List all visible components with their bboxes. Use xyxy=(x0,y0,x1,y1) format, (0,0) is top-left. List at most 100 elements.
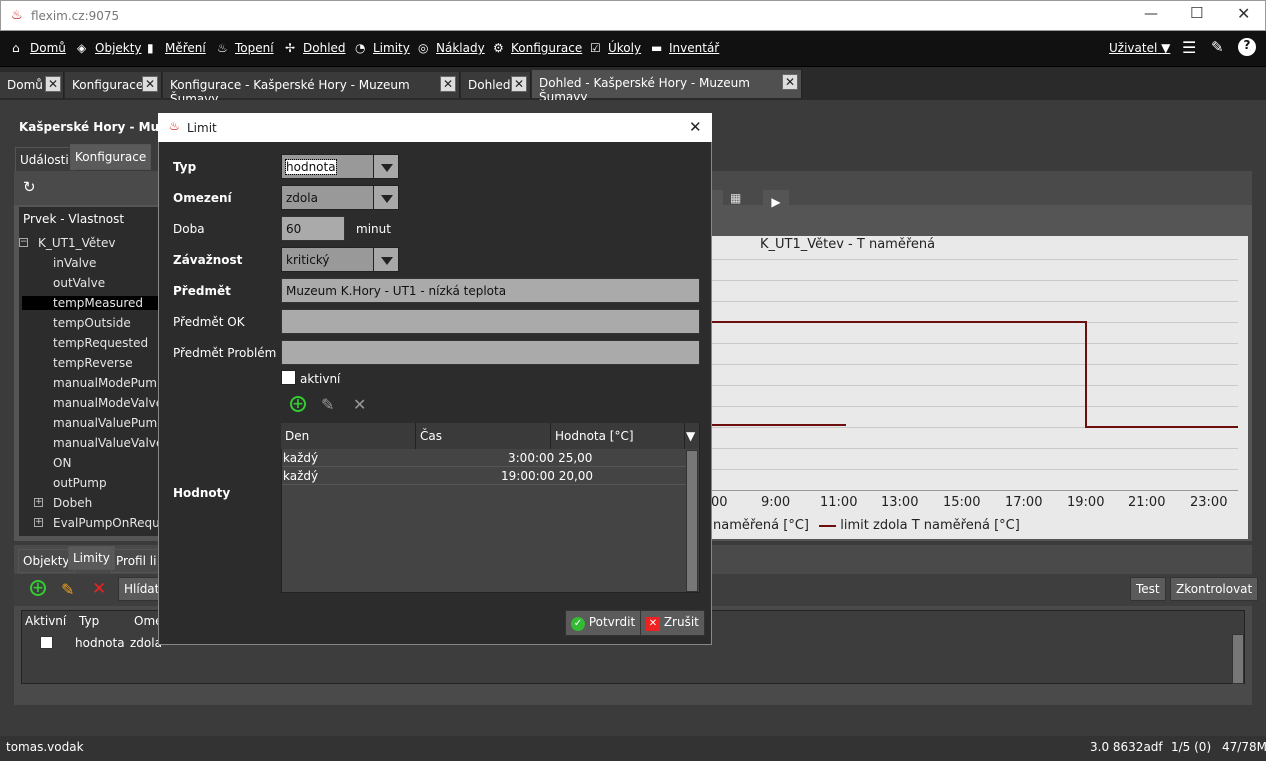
tree-node-root[interactable]: K_UT1_Větev xyxy=(38,236,115,250)
subtab-konfigurace[interactable]: Konfigurace xyxy=(70,144,152,170)
tree-node[interactable]: Dobeh xyxy=(53,496,92,510)
gear-icon: ⚙ xyxy=(493,41,504,55)
legend-item: limit zdola T naměřená [°C] xyxy=(840,518,1020,533)
zrusit-button[interactable]: ✕ Zrušit xyxy=(640,610,705,636)
zkontrolovat-button[interactable]: Zkontrolovat xyxy=(1170,577,1259,601)
test-button[interactable]: Test xyxy=(1130,577,1166,601)
list-icon[interactable]: ☰ xyxy=(1182,38,1196,57)
tab-konfigurace-muzeum[interactable]: Konfigurace - Kašperské Hory - Muzeum Šu… xyxy=(163,72,460,106)
edit-icon[interactable]: ✎ xyxy=(61,580,74,599)
expand-icon[interactable]: + xyxy=(34,498,43,507)
menu-item-konfigurace[interactable]: ⚙ Konfigurace xyxy=(493,41,582,55)
lower-tab-limity[interactable]: Limity xyxy=(68,546,115,570)
tree-node[interactable]: manualModeValve xyxy=(53,396,163,410)
menu-item-naklady[interactable]: ◎ Náklady xyxy=(418,41,485,55)
column-header-hodnota[interactable]: Hodnota [°C] xyxy=(551,423,685,449)
tree-node[interactable]: manualValuePump xyxy=(53,416,165,430)
omezeni-label: Omezení xyxy=(173,191,232,205)
predmet-label: Předmět xyxy=(173,284,231,298)
tree-node[interactable]: inValve xyxy=(53,256,96,270)
menu-item-dohled[interactable]: ✢ Dohled xyxy=(285,41,346,55)
close-icon[interactable]: ✕ xyxy=(45,76,61,92)
tab-dohled[interactable]: Dohled ✕ xyxy=(461,72,531,98)
maximize-button[interactable]: ☐ xyxy=(1190,4,1203,22)
tab-bar: Domů ✕ Konfigurace ✕ Konfigurace - Kašpers… xyxy=(0,67,1266,106)
cancel-icon: ✕ xyxy=(646,617,660,631)
menu-item-ukoly[interactable]: ☑ Úkoly xyxy=(590,41,641,55)
doba-label: Doba xyxy=(173,222,205,236)
typ-select[interactable]: hodnota xyxy=(281,154,374,179)
row-active-checkbox[interactable] xyxy=(40,636,53,649)
chevron-down-icon[interactable] xyxy=(373,154,399,179)
tree-node[interactable]: tempOutside xyxy=(53,316,131,330)
omezeni-select[interactable]: zdola xyxy=(281,185,374,210)
expand-icon[interactable]: + xyxy=(34,518,43,527)
add-icon[interactable]: + xyxy=(30,580,46,596)
add-icon[interactable]: + xyxy=(290,396,306,412)
column-header: Typ xyxy=(79,614,100,628)
predmet-problem-input[interactable] xyxy=(281,340,700,365)
lower-tab-objekty[interactable]: Objekty xyxy=(18,549,75,573)
predmet-ok-input[interactable] xyxy=(281,309,700,334)
column-header-den[interactable]: Den xyxy=(281,423,416,449)
tab-domu[interactable]: Domů ✕ xyxy=(0,72,64,98)
table-scrollbar[interactable] xyxy=(1232,634,1244,684)
minimize-button[interactable]: — xyxy=(1144,6,1158,22)
collapse-icon[interactable]: − xyxy=(19,238,28,247)
zavaznost-select[interactable]: kritický xyxy=(281,247,374,272)
chevron-down-icon[interactable] xyxy=(373,247,399,272)
subtab-udalosti[interactable]: Události xyxy=(15,147,74,173)
column-header-cas[interactable]: Čas xyxy=(416,423,551,449)
tree-node[interactable]: EvalPumpOnReque xyxy=(53,516,159,530)
menu-item-limity[interactable]: ◔ Limity xyxy=(355,41,410,55)
chevron-down-icon[interactable]: ▼ xyxy=(685,423,700,449)
menu-item-domu[interactable]: ⌂ Domů xyxy=(12,41,66,55)
edit-icon[interactable]: ✎ xyxy=(321,395,334,414)
potvrdit-button[interactable]: ✓ Potvrdit xyxy=(565,610,642,636)
flexim-logo-icon: ♨ xyxy=(11,8,23,23)
close-icon[interactable]: ✕ xyxy=(440,76,456,92)
tree-node[interactable]: tempRequested xyxy=(53,336,148,350)
status-memory: 47/78M xyxy=(1222,740,1266,754)
next-button[interactable]: ▶ xyxy=(763,190,789,214)
wrench-icon[interactable]: ✎ xyxy=(1211,38,1224,56)
delete-icon[interactable]: ✕ xyxy=(92,579,106,599)
user-menu[interactable]: Uživatel ▼ xyxy=(1109,41,1170,55)
refresh-icon[interactable]: ↻ xyxy=(23,178,36,196)
calendar-icon[interactable]: ▦ xyxy=(730,191,750,211)
status-version: 3.0 8632adf xyxy=(1090,740,1163,754)
x-tick: 9:00 xyxy=(761,495,791,510)
menu-item-objekty[interactable]: ◈ Objekty xyxy=(77,41,142,55)
tree-node[interactable]: outPump xyxy=(53,476,107,490)
close-window-button[interactable]: ✕ xyxy=(1237,4,1250,23)
table-row[interactable]: každý 19:00:00 20,00 xyxy=(282,468,686,485)
menu-item-mereni[interactable]: ▮ Měření xyxy=(147,41,206,55)
tab-konfigurace[interactable]: Konfigurace ✕ xyxy=(65,72,162,98)
tree-node[interactable]: outValve xyxy=(53,276,105,290)
menu-item-topeni[interactable]: ♨ Topení xyxy=(217,41,274,55)
tree-node[interactable]: manualModePump xyxy=(53,376,165,390)
tab-dohled-muzeum[interactable]: Dohled - Kašperské Hory - Muzeum Šumavy ✕ xyxy=(532,70,802,104)
aktivni-checkbox[interactable] xyxy=(281,370,296,385)
grid-scrollbar[interactable] xyxy=(686,450,698,592)
close-icon[interactable]: ✕ xyxy=(142,76,158,92)
doba-input[interactable]: 60 xyxy=(281,216,345,241)
help-icon[interactable]: ? xyxy=(1238,38,1256,56)
window-titlebar: ♨ flexim.cz:9075 — ☐ ✕ xyxy=(0,0,1266,31)
delete-icon[interactable]: ✕ xyxy=(353,395,366,414)
x-tick: 00 xyxy=(711,495,728,510)
menu-item-inventar[interactable]: ▬ Inventář xyxy=(651,41,719,55)
tree-node[interactable]: ON xyxy=(53,456,71,470)
close-icon[interactable]: ✕ xyxy=(689,118,702,136)
chevron-down-icon[interactable] xyxy=(373,185,399,210)
tree-node[interactable]: manualValueValve xyxy=(53,436,163,450)
predmet-input[interactable]: Muzeum K.Hory - UT1 - nízká teplota xyxy=(281,278,700,303)
lower-tab-profil[interactable]: Profil li xyxy=(111,549,162,573)
close-icon[interactable]: ✕ xyxy=(782,74,798,90)
table-row[interactable]: každý 3:00:00 25,00 xyxy=(282,450,686,467)
table-cell: hodnota xyxy=(75,636,125,650)
tree-node[interactable]: tempReverse xyxy=(53,356,133,370)
flexim-logo-icon: ♨ xyxy=(169,119,180,133)
close-icon[interactable]: ✕ xyxy=(511,76,527,92)
tree-node-selected[interactable]: tempMeasured xyxy=(22,296,159,310)
